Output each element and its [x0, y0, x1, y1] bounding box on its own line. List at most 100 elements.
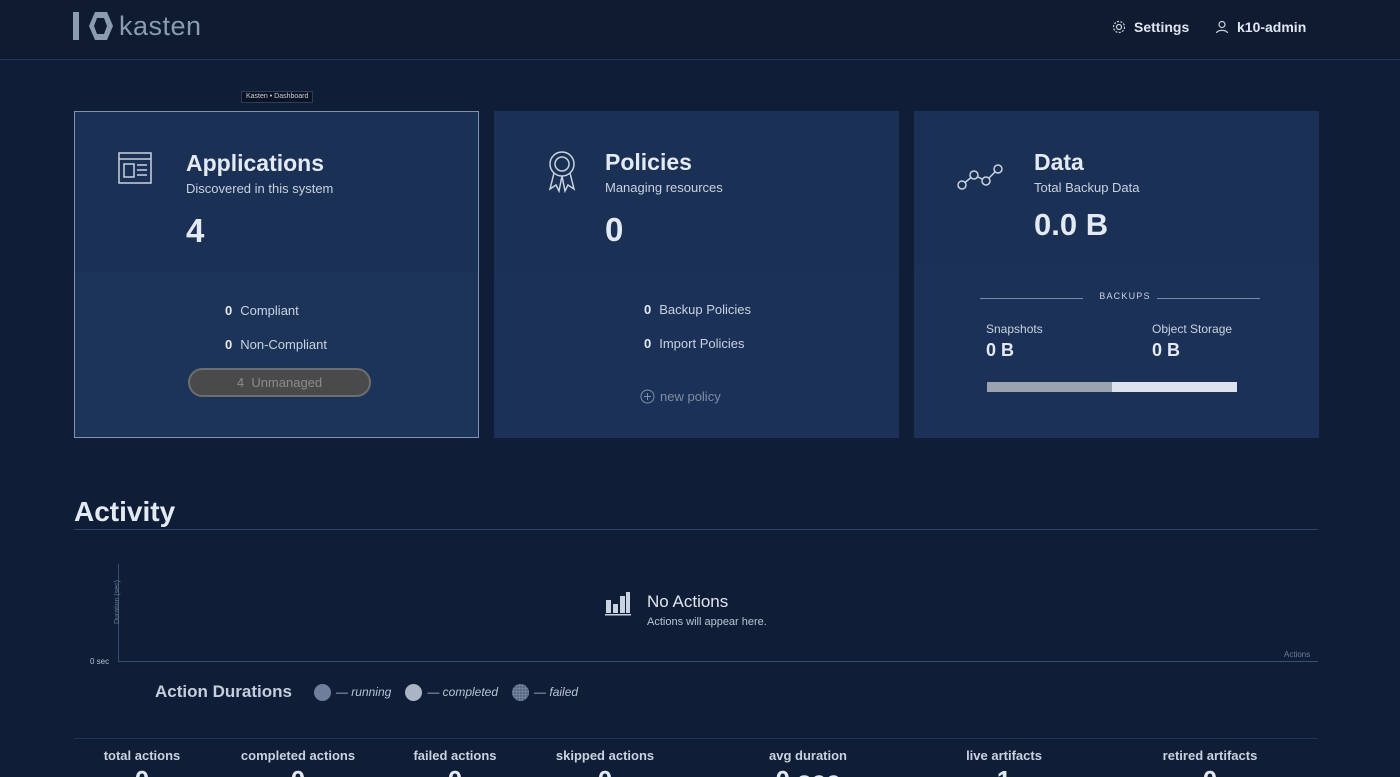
applications-title: Applications — [186, 150, 325, 176]
storage-bar-fill — [987, 382, 1112, 392]
backup-policies-count: 0 — [644, 302, 652, 317]
summary-completed-actions: completed actions 0 — [218, 748, 378, 777]
divider — [74, 529, 1318, 530]
legend-title: Action Durations — [155, 682, 292, 701]
empty-state-title: No Actions — [647, 592, 729, 611]
policies-card[interactable]: Policies Managing resources 0 0 Backup Po… — [494, 111, 899, 438]
unmanaged-label: Unmanaged — [251, 375, 323, 390]
summary-label: skipped actions — [555, 748, 655, 763]
summary-value: 0 — [525, 765, 685, 777]
chart-legend: Action Durations — running — completed —… — [155, 682, 592, 702]
user-menu[interactable]: k10-admin — [1215, 19, 1306, 35]
activity-title: Activity — [74, 496, 176, 527]
empty-state-subtitle: Actions will appear here. — [647, 616, 767, 628]
x-axis-label: Actions — [1284, 650, 1311, 659]
gear-icon — [1112, 20, 1126, 34]
summary-value: 0 — [218, 765, 378, 777]
backup-policies-label: Backup Policies — [659, 302, 752, 317]
user-label: k10-admin — [1237, 19, 1307, 35]
backups-header: BACKUPS — [980, 291, 1260, 305]
object-storage-value: 0 B — [1152, 340, 1181, 360]
policies-count: 0 — [605, 211, 624, 248]
x-axis — [118, 661, 1318, 662]
import-policies-count: 0 — [644, 336, 652, 351]
unmanaged-count: 4 — [236, 375, 245, 390]
legend-dot — [405, 683, 423, 701]
noncompliant-count: 0 — [225, 337, 233, 352]
data-card[interactable]: Data Total Backup Data 0.0 B BACKUPS Sna… — [914, 111, 1319, 438]
logo-text: kasten — [119, 10, 202, 41]
summary-failed-actions: failed actions 0 — [375, 748, 535, 777]
summary-value: 1 — [924, 765, 1084, 777]
data-trend-icon — [957, 164, 1003, 190]
summary-skipped-actions: skipped actions 0 — [525, 748, 685, 777]
snapshots-value: 0 B — [986, 340, 1015, 360]
data-title: Data — [1034, 149, 1084, 175]
legend-label: — running — [335, 685, 392, 699]
compliant-label: Compliant — [240, 303, 299, 318]
y-axis-label: Duration (sec) — [114, 580, 121, 624]
new-policy-label: new policy — [660, 389, 721, 404]
policies-title: Policies — [605, 149, 692, 175]
summary-value: 0 — [1130, 765, 1290, 777]
plus-circle-icon — [640, 389, 655, 404]
legend-item-failed[interactable]: — failed — [512, 683, 579, 701]
summary-label: avg duration — [768, 748, 847, 763]
summary-label: live artifacts — [966, 748, 1042, 763]
summary-value: 0 sec — [728, 765, 888, 777]
noncompliant-label: Non-Compliant — [240, 337, 327, 352]
summary-label: failed actions — [413, 748, 497, 763]
backup-policies-stat[interactable]: 0 Backup Policies — [644, 302, 751, 317]
card-lower-panel — [75, 272, 478, 437]
summary-label: total actions — [103, 748, 181, 763]
backups-label: BACKUPS — [1099, 291, 1151, 301]
divider — [74, 738, 1318, 739]
settings-label: Settings — [1134, 19, 1190, 35]
compliant-stat[interactable]: 0 Compliant — [225, 303, 299, 318]
empty-state: No Actions Actions will appear here. — [605, 592, 767, 628]
award-ribbon-icon — [548, 151, 576, 193]
summary-live-artifacts: live artifacts 1 — [924, 748, 1084, 777]
tooltip: Kasten • Dashboard — [241, 91, 314, 103]
bar-chart-icon — [605, 592, 631, 616]
summary-label: retired artifacts — [1162, 748, 1258, 763]
card-lower-panel — [494, 273, 899, 438]
summary-value: 0 — [62, 765, 222, 777]
legend-item-completed[interactable]: — completed — [405, 683, 499, 701]
storage-bar — [987, 382, 1237, 392]
object-storage-label: Object Storage — [1152, 322, 1233, 336]
user-icon — [1215, 20, 1229, 34]
new-policy-button[interactable]: new policy — [640, 389, 721, 404]
summary-label: completed actions — [240, 748, 356, 763]
divider — [1157, 298, 1260, 299]
unmanaged-button[interactable]: 4 Unmanaged — [188, 368, 371, 397]
kasten-logo[interactable]: kasten — [73, 10, 202, 42]
legend-dot — [512, 683, 530, 701]
legend-item-running[interactable]: — running — [313, 683, 392, 701]
summary-value: 0 — [375, 765, 535, 777]
compliant-count: 0 — [225, 303, 233, 318]
top-bar: kasten Settings k10-admin — [0, 0, 1400, 60]
data-subtitle: Total Backup Data — [1034, 180, 1140, 195]
kasten-logo-icon — [73, 12, 113, 40]
activity-chart: Duration (sec) 0 sec Actions No Actions … — [74, 560, 1318, 670]
legend-label: — failed — [534, 685, 579, 699]
divider — [980, 298, 1083, 299]
import-policies-stat[interactable]: 0 Import Policies — [644, 336, 744, 351]
summary-retired-artifacts: retired artifacts 0 — [1130, 748, 1290, 777]
applications-subtitle: Discovered in this system — [186, 181, 334, 196]
noncompliant-stat[interactable]: 0 Non-Compliant — [225, 337, 327, 352]
application-window-icon — [118, 152, 152, 184]
y-axis-zero-label: 0 sec — [90, 657, 110, 666]
applications-card[interactable]: Applications Discovered in this system 4… — [74, 111, 479, 438]
snapshots-label: Snapshots — [986, 322, 1043, 336]
policies-subtitle: Managing resources — [605, 180, 723, 195]
summary-total-actions: total actions 0 — [62, 748, 222, 777]
import-policies-label: Import Policies — [659, 336, 745, 351]
data-total: 0.0 B — [1034, 207, 1109, 242]
settings-link[interactable]: Settings — [1112, 19, 1189, 35]
summary-avg-duration: avg duration 0 sec — [728, 748, 888, 777]
applications-count: 4 — [186, 212, 205, 249]
legend-label: — completed — [427, 685, 499, 699]
legend-dot — [313, 683, 331, 701]
